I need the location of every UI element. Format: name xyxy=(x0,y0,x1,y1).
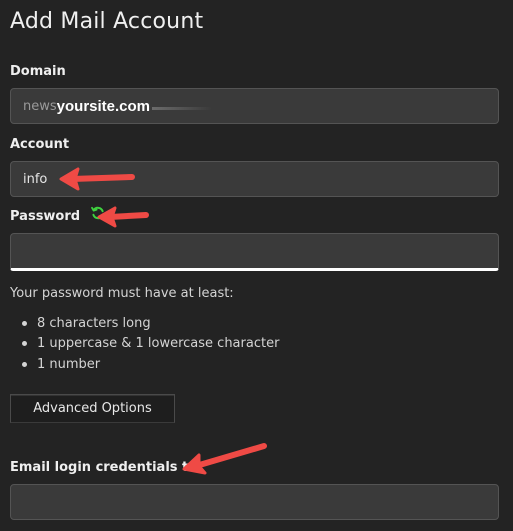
bullet-icon xyxy=(22,341,27,347)
account-label: Account xyxy=(10,137,70,152)
account-value: info xyxy=(23,171,48,187)
add-mail-account-form: Add Mail Account Domain news yoursite.com… xyxy=(0,0,513,531)
email-credentials-label: Email login credentials to: xyxy=(10,460,203,475)
password-label: Password xyxy=(10,209,81,224)
password-label-row: Password xyxy=(10,206,105,224)
list-item: 8 characters long xyxy=(22,313,279,334)
domain-prefix: news xyxy=(23,98,57,114)
list-item: 1 number xyxy=(22,354,279,375)
bullet-icon xyxy=(22,361,27,367)
domain-field[interactable]: news yoursite.com xyxy=(10,88,499,124)
red-arrow-icon xyxy=(97,206,149,228)
domain-name: yoursite.com xyxy=(56,97,151,115)
red-arrow-icon xyxy=(59,167,135,191)
password-field[interactable] xyxy=(10,233,499,271)
email-credentials-field[interactable] xyxy=(10,484,499,520)
redaction-blur xyxy=(152,106,213,110)
domain-label: Domain xyxy=(10,64,66,79)
password-hint: Your password must have at least: xyxy=(10,286,234,301)
list-item: 1 uppercase & 1 lowercase character xyxy=(22,334,279,355)
password-rules-list: 8 characters long 1 uppercase & 1 lowerc… xyxy=(22,313,279,375)
bullet-icon xyxy=(22,320,27,326)
red-arrow-icon xyxy=(182,443,267,475)
advanced-options-button[interactable]: Advanced Options xyxy=(10,394,175,423)
page-title: Add Mail Account xyxy=(10,9,204,34)
